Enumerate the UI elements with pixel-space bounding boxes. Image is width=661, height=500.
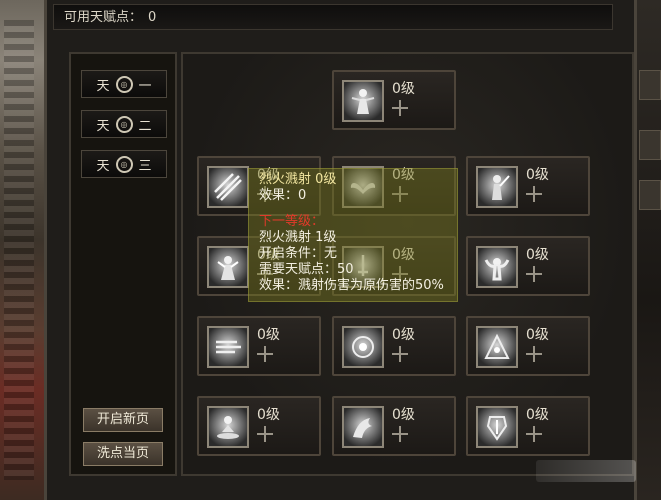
open-new-page-button[interactable]: 开启新页: [83, 408, 163, 432]
skill-level: 0级: [392, 407, 415, 423]
mage-icon: [207, 246, 249, 288]
add-point-icon[interactable]: [526, 426, 542, 442]
skill-slot-top[interactable]: 0级: [332, 70, 456, 130]
talent-page-panel: 天 ◎ 一 天 ◎ 二 天 ◎ 三 开启新页 洗点当页: [69, 52, 177, 476]
skill-slot-r4c2[interactable]: 0级: [332, 396, 456, 456]
skill-slot-r4c3[interactable]: 0级: [466, 396, 590, 456]
skill-level: 0级: [526, 407, 549, 423]
talent-points-value: 0: [148, 10, 157, 25]
skill-level: 0级: [526, 327, 549, 343]
talent-points-label: 可用天赋点：: [64, 10, 143, 25]
add-point-icon[interactable]: [257, 426, 273, 442]
flex-icon: [476, 246, 518, 288]
skill-level: 0级: [257, 407, 280, 423]
add-point-icon[interactable]: [526, 346, 542, 362]
add-point-icon[interactable]: [392, 100, 408, 116]
tooltip-requirement: 开启条件：无: [259, 246, 338, 261]
add-point-icon[interactable]: [526, 266, 542, 282]
talent-page-tab-1[interactable]: 天 ◎ 一: [81, 70, 167, 98]
side-button[interactable]: [639, 180, 661, 210]
page-tab-num: 二: [138, 118, 152, 134]
page-tab-num: 一: [138, 78, 152, 94]
orb-icon: [342, 326, 384, 368]
tooltip-effect: 效果：0: [259, 188, 307, 203]
skill-slot-r1c3[interactable]: 0级: [466, 156, 590, 216]
tooltip-cost: 需要天赋点：50: [259, 262, 354, 277]
side-toolbar: [637, 0, 661, 500]
skill-slot-r3c1[interactable]: 0级: [197, 316, 321, 376]
warrior-icon: [476, 166, 518, 208]
page-tab-char: 天: [96, 158, 110, 174]
talent-page-tab-2[interactable]: 天 ◎ 二: [81, 110, 167, 138]
shrine-icon: [476, 326, 518, 368]
slash-icon: [207, 166, 249, 208]
add-point-icon[interactable]: [392, 426, 408, 442]
wind-icon: [207, 326, 249, 368]
skill-slot-r2c3[interactable]: 0级: [466, 236, 590, 296]
reset-page-button[interactable]: 洗点当页: [83, 442, 163, 466]
side-button[interactable]: [639, 130, 661, 160]
meditate-icon: [207, 406, 249, 448]
tooltip-next-effect: 效果：溅射伤害为原伤害的50%: [259, 278, 444, 293]
skill-slot-r3c2[interactable]: 0级: [332, 316, 456, 376]
add-point-icon[interactable]: [392, 346, 408, 362]
skill-level: 0级: [526, 247, 549, 263]
tooltip-next-name: 烈火溅射 1级: [259, 230, 337, 245]
side-button[interactable]: [639, 70, 661, 100]
page-tab-char: 天: [96, 78, 110, 94]
talent-page-tab-3[interactable]: 天 ◎ 三: [81, 150, 167, 178]
knot-icon: ◎: [115, 75, 133, 93]
page-tab-num: 三: [138, 158, 152, 174]
skill-level: 0级: [257, 327, 280, 343]
figure-icon: [342, 80, 384, 122]
knot-icon: ◎: [115, 155, 133, 173]
background-scenery: [0, 0, 44, 500]
page-tab-char: 天: [96, 118, 110, 134]
watermark: [536, 460, 636, 482]
skill-level: 0级: [392, 81, 415, 97]
skill-level: 0级: [526, 167, 549, 183]
add-point-icon[interactable]: [257, 346, 273, 362]
skill-slot-r4c1[interactable]: 0级: [197, 396, 321, 456]
knot-icon: ◎: [115, 115, 133, 133]
tooltip-skill-name: 烈火溅射 0级: [259, 172, 337, 187]
talent-points-bar: 可用天赋点： 0: [53, 4, 613, 30]
dragon-icon: [342, 406, 384, 448]
tooltip-next-header: 下一等级：: [259, 214, 325, 229]
skill-tooltip: 烈火溅射 0级 效果：0 下一等级： 烈火溅射 1级 开启条件：无 需要天赋点：…: [248, 168, 458, 302]
add-point-icon[interactable]: [526, 186, 542, 202]
skill-level: 0级: [392, 327, 415, 343]
skill-slot-r3c3[interactable]: 0级: [466, 316, 590, 376]
armor-icon: [476, 406, 518, 448]
